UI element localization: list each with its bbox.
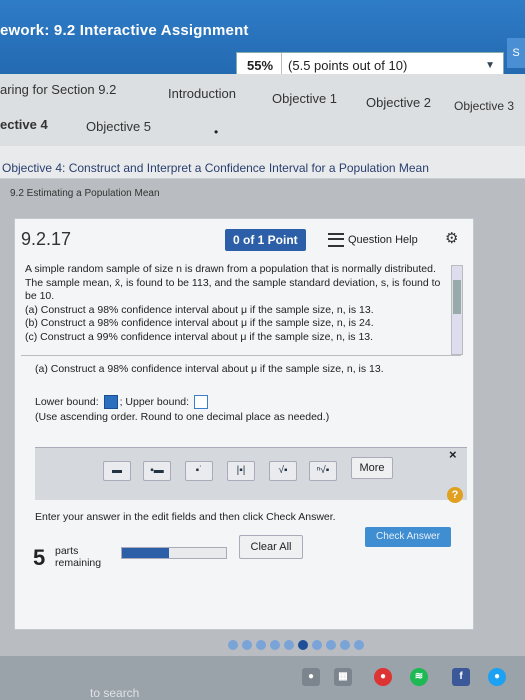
part-c-text: (c) Construct a 99% confidence interval … [25,330,374,343]
question-number: 9.2.17 [21,229,72,249]
facebook-icon[interactable]: f [452,668,470,686]
page-dot[interactable] [312,640,322,650]
parts-word: parts [55,545,79,557]
scroll-thumb[interactable] [453,280,461,314]
page-dot[interactable] [326,640,336,650]
current-part: (a) Construct a 98% confidence interval … [35,363,384,375]
square-root-tool-icon[interactable]: √▪ [269,461,297,481]
taskbar-search[interactable]: to search [90,686,139,700]
taskbar: ● ▦ ● ≋ f ● [0,656,525,700]
mic-icon[interactable]: ● [302,668,320,686]
nav-introduction[interactable]: Introduction [168,86,236,101]
page-dot[interactable] [354,640,364,650]
problem-scrollbar[interactable] [451,265,463,355]
exponent-tool-icon[interactable]: ▪˙ [185,461,213,481]
page-dot[interactable] [256,640,266,650]
more-button[interactable]: More [351,457,393,479]
nav-objective-1[interactable]: Objective 1 [272,91,337,106]
lower-bound-input[interactable] [103,395,118,410]
chevron-down-icon: ▼ [485,59,495,71]
check-answer-button[interactable]: Check Answer [365,527,451,547]
nav-objective-4[interactable]: ective 4 [0,117,48,132]
divider [21,355,461,356]
clear-all-button[interactable]: Clear All [239,535,303,559]
parts-progress-bar [121,547,227,559]
gear-icon[interactable]: ⚙ [445,229,458,247]
instructions-text: Enter your answer in the edit fields and… [35,511,336,523]
parts-remaining-label: parts remaining [55,545,101,569]
mixed-number-tool-icon[interactable]: ▪▬ [143,461,171,481]
nav-objective-2[interactable]: Objective 2 [366,95,431,110]
parts-remaining-count: 5 [33,545,46,570]
remaining-word: remaining [55,557,102,569]
page-dot[interactable] [270,640,280,650]
close-icon[interactable]: × [449,447,457,462]
part-a-text: (a) Construct a 98% confidence interval … [25,303,374,316]
list-icon [328,233,344,247]
objective-nav: aring for Section 9.2 Introduction Objec… [0,74,525,146]
corner-button[interactable]: S [507,38,525,68]
bounds-row: Lower bound: ; Upper bound: [35,395,329,410]
nav-section-link[interactable]: aring for Section 9.2 [0,82,116,97]
score-points: (5.5 points out of 10) [288,57,408,73]
app-icon[interactable]: ● [488,668,506,686]
progress-fill [122,548,169,558]
question-help-button[interactable]: Question Help [328,233,418,247]
page-dot[interactable] [228,640,238,650]
page-dot-current[interactable] [298,640,308,650]
question-header: 9.2.17 0 of 1 Point Question Help ⚙ [15,219,473,257]
objective-title-bar: Objective 4: Construct and Interpret a C… [0,146,525,179]
lower-bound-label: Lower bound: [35,396,99,408]
question-card: 9.2.17 0 of 1 Point Question Help ⚙ A si… [14,218,474,630]
task-view-icon[interactable]: ▦ [334,668,352,686]
absolute-value-tool-icon[interactable]: |▪| [227,461,255,481]
bullet-icon: • [214,125,219,139]
help-circle-icon[interactable]: ? [447,487,463,503]
section-label: 9.2 Estimating a Population Mean [10,188,160,199]
nav-objective-3[interactable]: Objective 3 [454,99,514,113]
upper-bound-input[interactable] [193,395,208,410]
objective-title: Objective 4: Construct and Interpret a C… [2,161,429,175]
part-b-text: (b) Construct a 98% confidence interval … [25,317,374,329]
answer-area: Lower bound: ; Upper bound: (Use ascendi… [35,395,329,425]
assignment-title: ework: 9.2 Interactive Assignment [0,22,249,39]
fraction-tool-icon[interactable]: ▬ [103,461,131,481]
nav-objective-5[interactable]: Objective 5 [86,119,151,134]
question-help-label: Question Help [348,234,418,246]
page-dot[interactable] [242,640,252,650]
question-pagination [228,640,364,650]
page-dot[interactable] [340,640,350,650]
answer-hint: (Use ascending order. Round to one decim… [35,411,330,423]
nth-root-tool-icon[interactable]: ⁿ√▪ [309,461,337,481]
spotify-icon[interactable]: ≋ [410,668,428,686]
problem-text: A simple random sample of size n is draw… [25,263,441,302]
points-badge: 0 of 1 Point [225,229,306,251]
chrome-icon[interactable]: ● [374,668,392,686]
page-dot[interactable] [284,640,294,650]
problem-statement: A simple random sample of size n is draw… [25,263,445,344]
upper-bound-label: Upper bound: [125,396,190,408]
